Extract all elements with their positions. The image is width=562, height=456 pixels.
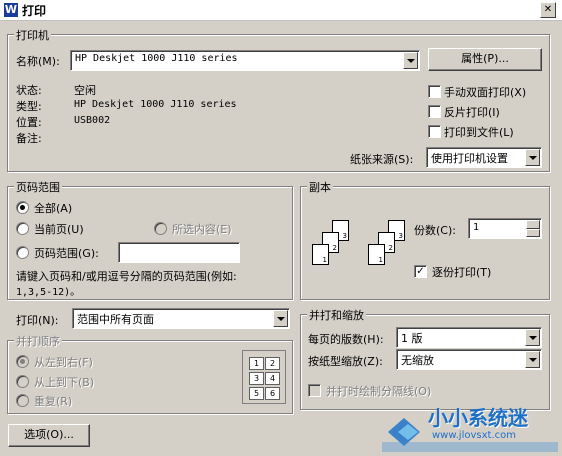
sheet: 1 (312, 244, 329, 265)
order-left-to-right-radio[interactable] (16, 355, 29, 368)
collate-checkbox[interactable]: ✓ (414, 265, 427, 278)
chevron-down-icon[interactable] (525, 149, 540, 166)
draw-borders-checkbox[interactable] (308, 384, 321, 397)
comment-label: 备注: (16, 132, 42, 145)
status-value: 空闲 (74, 84, 96, 97)
watermark-url: www.jlovsxt.com (432, 430, 516, 441)
page-range-hint-line2: 1,3,5-12)。 (16, 287, 81, 298)
options-button[interactable]: 选项(O)... (8, 424, 90, 447)
spin-down-icon[interactable] (526, 228, 540, 237)
manual-duplex-label: 手动双面打印(X) (444, 86, 527, 99)
page-range-all-radio[interactable] (16, 201, 29, 214)
order-top-to-bottom-label: 从上到下(B) (34, 376, 95, 389)
page-range-group-label: 页码范围 (14, 179, 62, 195)
page-range-pages-label: 页码范围(G): (34, 247, 99, 260)
order-top-to-bottom-radio[interactable] (16, 375, 29, 388)
type-value: HP Deskjet 1000 J110 series (74, 99, 237, 110)
page-range-pages-radio[interactable] (16, 246, 29, 259)
location-value: USB002 (74, 115, 111, 126)
print-to-file-checkbox[interactable] (428, 125, 441, 138)
order-cell: 6 (265, 387, 280, 400)
paper-source-value: 使用打印机设置 (431, 152, 508, 165)
paper-source-select[interactable]: 使用打印机设置 (426, 147, 542, 168)
copies-count-input[interactable]: 1 (468, 218, 542, 239)
order-cell: 2 (265, 357, 280, 370)
print-what-value: 范围中所有页面 (77, 313, 154, 326)
print-to-file-label: 打印到文件(L) (444, 126, 514, 139)
order-left-to-right-label: 从左到右(F) (34, 356, 93, 369)
printer-name-value: HP Deskjet 1000 J110 series (75, 53, 238, 64)
scale-label: 按纸型缩放(Z): (308, 355, 383, 368)
order-cell: 4 (265, 372, 280, 385)
window-title: 打印 (22, 4, 47, 18)
order-cell: 3 (249, 372, 264, 385)
draw-borders-label: 并打时绘制分隔线(O) (326, 385, 432, 398)
watermark-title: 小小系统迷 (428, 406, 528, 430)
watermark-logo: 小小系统迷 www.jlovsxt.com (382, 398, 558, 452)
manual-duplex-checkbox[interactable] (428, 85, 441, 98)
pages-per-sheet-select[interactable]: 1 版 (396, 327, 542, 348)
page-range-input[interactable] (118, 242, 240, 263)
collate-preview-stack-2: 3 2 1 (368, 218, 418, 272)
status-label: 状态: (16, 84, 42, 97)
printer-name-label: 名称(M): (16, 55, 60, 68)
order-cell: 5 (249, 387, 264, 400)
page-range-current-radio[interactable] (16, 222, 29, 235)
location-label: 位置: (16, 116, 42, 129)
chevron-down-icon[interactable] (525, 351, 540, 368)
pages-per-sheet-label: 每页的版数(H): (308, 333, 384, 346)
print-what-label: 打印(N): (16, 314, 59, 327)
order-repeat-radio[interactable] (16, 394, 29, 407)
order-preview: 1 2 3 4 5 6 (242, 350, 286, 404)
printer-group-label: 打印机 (14, 27, 51, 43)
page-range-all-label: 全部(A) (34, 202, 73, 215)
collate-preview-stack-1: 3 2 1 (312, 218, 362, 272)
reverse-print-checkbox[interactable] (428, 105, 441, 118)
chevron-down-icon[interactable] (525, 329, 540, 346)
close-icon: ✕ (543, 4, 553, 15)
page-range-hint-line1: 请键入页码和/或用逗号分隔的页码范围(例如: (16, 270, 237, 283)
chevron-down-icon[interactable] (273, 310, 288, 327)
pages-per-sheet-value: 1 版 (401, 332, 423, 345)
order-group-label: 并打顺序 (14, 333, 62, 349)
reverse-print-label: 反片打印(I) (444, 106, 500, 119)
type-label: 类型: (16, 100, 42, 113)
order-repeat-label: 重复(R) (34, 395, 73, 408)
printer-name-select[interactable]: HP Deskjet 1000 J110 series (70, 50, 420, 71)
page-range-selection-label: 所选内容(E) (172, 223, 232, 236)
scale-value: 无缩放 (401, 354, 434, 367)
word-app-icon: W (4, 3, 18, 17)
copies-count-value: 1 (473, 222, 480, 233)
properties-button[interactable]: 属性(P)... (428, 48, 542, 71)
page-range-selection-radio[interactable] (154, 222, 167, 235)
title-bar: W 打印 ✕ (0, 0, 562, 21)
chevron-down-icon[interactable] (403, 52, 418, 69)
spin-up-icon[interactable] (526, 220, 540, 229)
page-range-current-label: 当前页(U) (34, 223, 84, 236)
collate-label: 逐份打印(T) (432, 266, 492, 279)
close-button[interactable]: ✕ (540, 2, 556, 18)
print-what-select[interactable]: 范围中所有页面 (72, 308, 290, 329)
sheet: 1 (368, 244, 385, 265)
copies-count-label: 份数(C): (414, 224, 456, 237)
order-cell: 1 (249, 357, 264, 370)
copies-spinner[interactable] (526, 220, 540, 237)
copies-group-label: 副本 (307, 179, 333, 195)
paper-source-label: 纸张来源(S): (350, 153, 414, 166)
scale-select[interactable]: 无缩放 (396, 349, 542, 370)
zoom-group-label: 并打和缩放 (307, 307, 366, 323)
